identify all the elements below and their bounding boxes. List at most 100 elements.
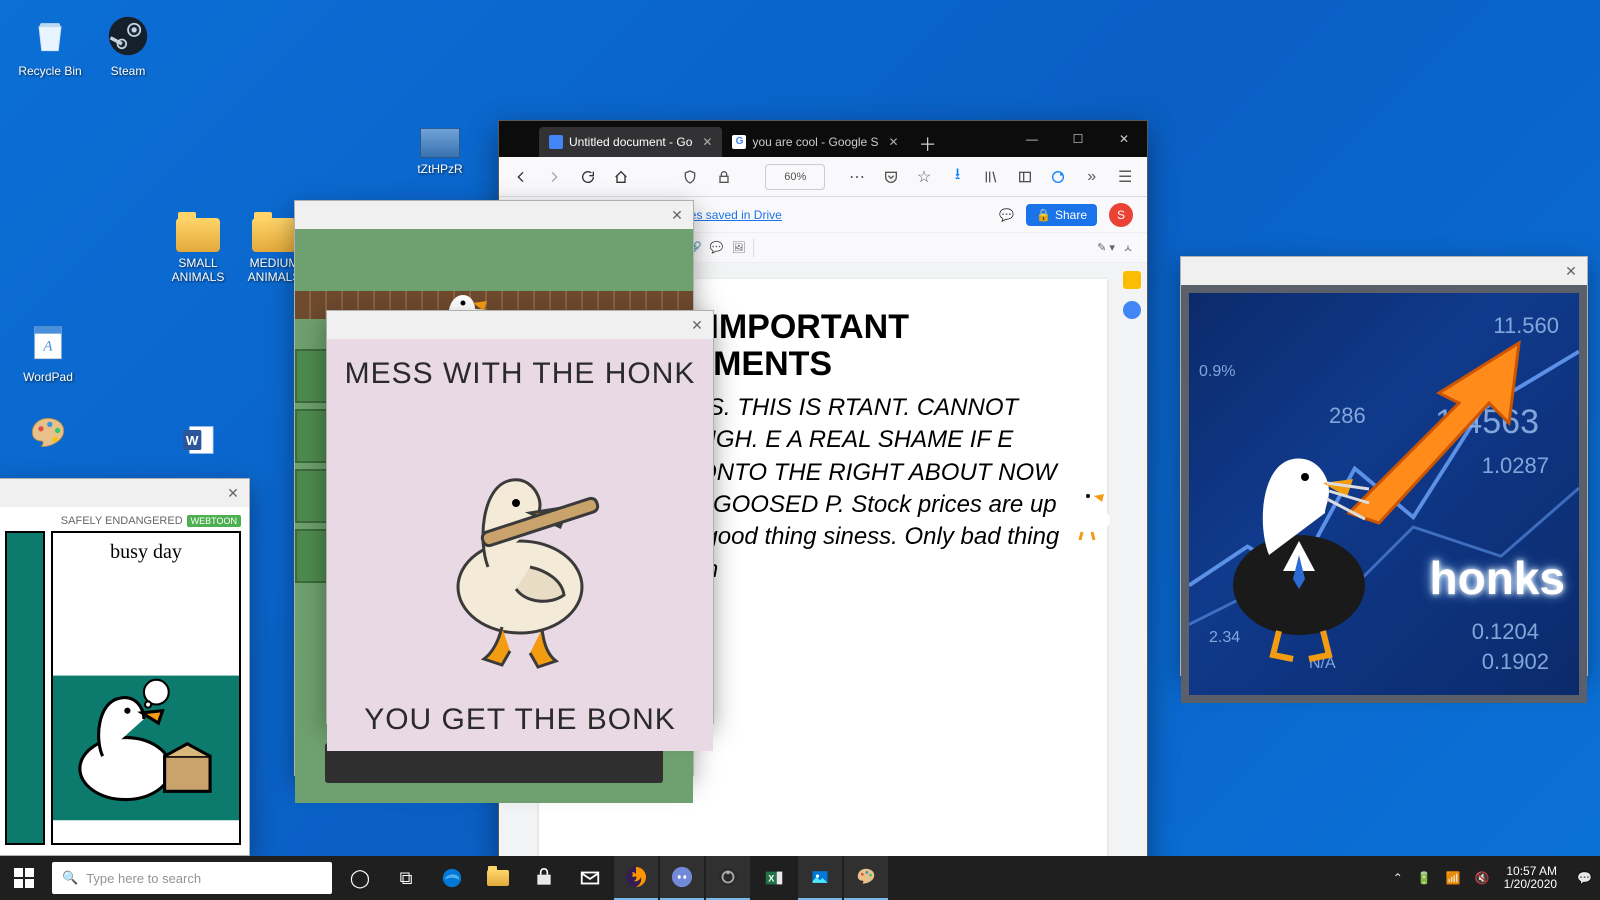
meme-text-top: MESS WITH THE HONK [345,357,696,391]
obs-icon[interactable] [706,856,750,900]
desktop-goose-sprite[interactable] [1062,472,1122,547]
image-content: SAFELY ENDANGERED WEBTOON busy day [0,507,249,855]
home-button[interactable] [610,163,634,191]
containers-icon[interactable] [1046,163,1070,191]
insert-image-button[interactable]: 🖼 [731,241,745,254]
image-content: MESS WITH THE HONK YOU GET THE BONK [327,339,713,751]
tab-label: Untitled document - Go [569,135,692,149]
svg-text:W: W [186,433,199,448]
sidebar-icon[interactable] [1013,163,1037,191]
reload-button[interactable] [576,163,600,191]
firefox-icon[interactable] [614,856,658,900]
paint-icon [24,410,72,458]
store-icon[interactable] [522,856,566,900]
minimize-button[interactable]: — [1009,121,1055,157]
insert-comment-button[interactable]: 💬 [710,241,724,254]
comic-caption: busy day [59,539,233,566]
desktop-icon-image-file[interactable]: tZtHPzR [400,128,480,176]
window-titlebar[interactable]: ✕ [1181,257,1587,285]
pocket-icon[interactable] [879,163,903,191]
browser-toolbar: 60% ⋯ ☆ ⭳ » ☰ [499,157,1147,197]
system-tray: ⌃ 🔋 📶 🔇 10:57 AM 1/20/2020 💬 [1385,865,1600,891]
taskbar-clock[interactable]: 10:57 AM 1/20/2020 [1504,865,1563,891]
account-avatar[interactable]: S [1109,203,1133,227]
hamburger-menu-icon[interactable]: ☰ [1113,163,1137,191]
steam-icon [104,12,152,60]
ticker-value: 0.1902 [1482,649,1549,675]
icon-label: SMALL ANIMALS [158,256,238,285]
close-button[interactable]: ✕ [1101,121,1147,157]
icon-label: tZtHPzR [400,162,480,176]
tasks-icon[interactable] [1123,301,1141,319]
edge-icon[interactable] [430,856,474,900]
browser-tabstrip: Untitled document - Go ✕ G you are cool … [499,121,1147,157]
icon-label: Steam [88,64,168,78]
comic-brand: SAFELY ENDANGERED [61,515,183,527]
browser-tab-docs[interactable]: Untitled document - Go ✕ [539,127,722,157]
ticker-value: 0.9% [1199,363,1235,381]
desktop-icon-steam[interactable]: Steam [88,12,168,78]
goose-suit-illustration [1199,405,1399,665]
share-button[interactable]: 🔒 Share [1026,204,1097,226]
lock-icon: 🔒 [1036,208,1051,222]
mail-icon[interactable] [568,856,612,900]
keep-icon[interactable] [1123,271,1141,289]
excel-icon[interactable]: X [752,856,796,900]
close-icon[interactable]: ✕ [223,483,243,503]
volume-icon[interactable]: 🔇 [1475,871,1490,885]
start-button[interactable] [0,856,48,900]
recycle-bin-icon [26,12,74,60]
close-icon[interactable]: ✕ [667,205,687,225]
search-placeholder: Type here to search [86,871,201,886]
window-controls: — ☐ ✕ [1009,121,1147,157]
meatball-menu-icon[interactable]: ⋯ [845,163,869,191]
back-button[interactable] [509,163,533,191]
desktop-icon-wordpad[interactable]: A WordPad [8,318,88,384]
notifications-icon[interactable]: 💬 [1577,871,1592,885]
library-icon[interactable] [979,163,1003,191]
svg-text:X: X [768,874,775,884]
cortana-icon[interactable]: ◯ [338,856,382,900]
maximize-button[interactable]: ☐ [1055,121,1101,157]
paint-taskbar-icon[interactable] [844,856,888,900]
battery-icon[interactable]: 🔋 [1417,871,1432,885]
overflow-icon[interactable]: » [1080,163,1104,191]
image-window-comic[interactable]: ✕ SAFELY ENDANGERED WEBTOON busy day [0,478,250,856]
new-tab-button[interactable]: ＋ [909,131,947,157]
task-view-icon[interactable]: ⧉ [384,856,428,900]
zoom-indicator[interactable]: 60% [765,164,825,190]
discord-icon[interactable] [660,856,704,900]
desktop-icon-word[interactable]: W [158,416,238,468]
bookmark-star-icon[interactable]: ☆ [912,163,936,191]
comment-icon[interactable]: 💬 [999,208,1014,222]
close-icon[interactable]: ✕ [687,315,707,335]
docs-favicon-icon [549,135,563,149]
tab-close-icon[interactable]: ✕ [889,135,899,149]
lock-icon[interactable] [712,163,736,191]
image-window-honk[interactable]: ✕ MESS WITH THE HONK YOU GET THE BONK [326,310,714,724]
image-window-stonks[interactable]: ✕ 11.560 1.4563 1.0287 0.1204 0.1902 286… [1180,256,1588,676]
taskbar-search[interactable]: 🔍 Type here to search [52,862,332,894]
taskbar: 🔍 Type here to search ◯ ⧉ X ⌃ 🔋 📶 🔇 10:5… [0,856,1600,900]
forward-button[interactable] [543,163,567,191]
tab-close-icon[interactable]: ✕ [702,135,712,149]
tab-label: you are cool - Google S [752,135,878,149]
window-titlebar[interactable]: ✕ [327,311,713,339]
downloads-icon[interactable]: ⭳ [946,163,970,191]
chevron-up-icon[interactable]: ㅅ [1123,240,1133,256]
shield-icon[interactable] [678,163,702,191]
close-icon[interactable]: ✕ [1561,261,1581,281]
photos-icon[interactable] [798,856,842,900]
wifi-icon[interactable]: 📶 [1446,871,1461,885]
desktop-icon-folder-small-animals[interactable]: SMALL ANIMALS [158,212,238,285]
clock-date: 1/20/2020 [1504,878,1557,891]
window-titlebar[interactable]: ✕ [0,479,249,507]
window-titlebar[interactable]: ✕ [295,201,693,229]
editing-mode-button[interactable]: ✎ ▾ [1097,241,1115,254]
browser-tab-google[interactable]: G you are cool - Google S ✕ [722,127,908,157]
desktop-icon-recycle-bin[interactable]: Recycle Bin [10,12,90,78]
desktop-icon-paint[interactable] [8,410,88,462]
tray-overflow-icon[interactable]: ⌃ [1393,871,1403,885]
file-explorer-icon[interactable] [476,856,520,900]
meme-text-bottom: YOU GET THE BONK [364,703,676,737]
